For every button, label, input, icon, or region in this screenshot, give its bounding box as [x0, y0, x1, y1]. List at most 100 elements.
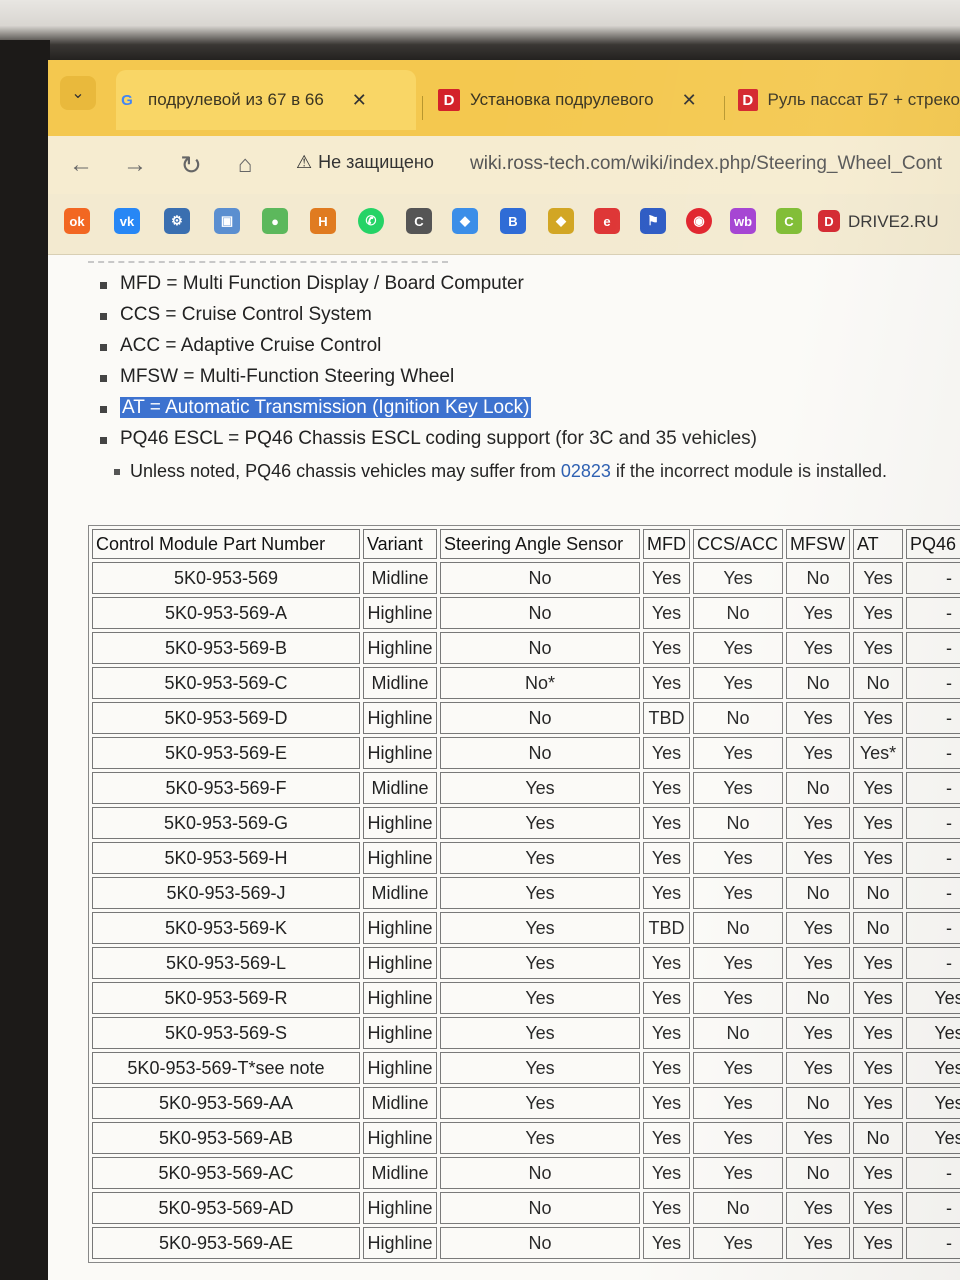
wildberries-icon[interactable]: wb	[730, 208, 756, 234]
table-cell: Yes	[693, 772, 783, 804]
table-cell: Highline	[363, 842, 437, 874]
tab-bar: ⌄ G подрулевой из 67 в 66 ✕ D Установка …	[48, 60, 960, 136]
close-icon[interactable]: ✕	[352, 90, 367, 111]
part-number-cell: 5K0-953-569-A	[92, 597, 360, 629]
table-cell: No	[440, 632, 640, 664]
table-cell: No	[786, 982, 850, 1014]
table-cell: Yes	[693, 947, 783, 979]
c-green-icon[interactable]: C	[776, 208, 802, 234]
reload-icon[interactable]: ↻	[176, 150, 206, 180]
flag-icon[interactable]: ⚑	[640, 208, 666, 234]
table-cell: Yes	[693, 877, 783, 909]
forward-arrow-icon[interactable]: →	[120, 150, 150, 180]
close-icon[interactable]: ✕	[682, 90, 697, 111]
part-number-cell: 5K0-953-569-C	[92, 667, 360, 699]
table-cell: Yes	[643, 1227, 690, 1259]
image-app-icon[interactable]: ▣	[214, 208, 240, 234]
table-cell: No	[853, 1122, 903, 1154]
table-cell: Yes	[786, 597, 850, 629]
table-cell: Yes	[853, 772, 903, 804]
table-cell: No	[440, 737, 640, 769]
table-cell: No	[440, 562, 640, 594]
table-cell: Yes	[786, 1017, 850, 1049]
table-cell: Yes	[853, 1227, 903, 1259]
table-row: 5K0-953-569 Midline No Yes Yes No Yes -	[92, 562, 960, 594]
table-cell: Yes	[906, 1017, 960, 1049]
table-cell: -	[906, 667, 960, 699]
back-arrow-icon[interactable]: ←	[66, 150, 96, 180]
table-row: 5K0-953-569-AE Highline No Yes Yes Yes Yes -	[92, 1227, 960, 1259]
b-app-icon[interactable]: B	[500, 208, 526, 234]
bookmarks-bar: ok vk ⚙ ▣ ● H ✆ C ◆ B ◆ e ⚑ ◉ wb C D DRI…	[48, 194, 960, 255]
table-cell: Highline	[363, 1052, 437, 1084]
tab-drive2-install[interactable]: D Установка подрулевого ✕	[438, 70, 718, 130]
table-row: 5K0-953-569-D Highline No TBD No Yes Yes -	[92, 702, 960, 734]
drive2-bookmark[interactable]: DRIVE2.RU	[848, 212, 939, 232]
monitor-bezel-left	[0, 40, 50, 1280]
table-row: 5K0-953-569-S Highline Yes Yes No Yes Yes Yes	[92, 1017, 960, 1049]
security-indicator[interactable]: ⚠ Не защищено	[296, 152, 434, 173]
table-cell: Midline	[363, 667, 437, 699]
table-cell: Yes	[643, 632, 690, 664]
drive2-icon[interactable]: D	[818, 210, 840, 232]
table-cell: Midline	[363, 877, 437, 909]
table-cell: -	[906, 702, 960, 734]
table-cell: Midline	[363, 772, 437, 804]
table-cell: Yes	[643, 807, 690, 839]
part-number-cell: 5K0-953-569-AE	[92, 1227, 360, 1259]
column-header: MFSW	[786, 529, 850, 559]
tab-google-search[interactable]: G подрулевой из 67 в 66 ✕	[116, 70, 416, 130]
fault-code-link[interactable]: 02823	[561, 461, 611, 481]
table-cell: No	[786, 1157, 850, 1189]
hp-icon[interactable]: H	[310, 208, 336, 234]
address-toolbar: ← → ↻ ⌂ ⚠ Не защищено wiki.ross-tech.com…	[48, 136, 960, 194]
tab-menu-button[interactable]: ⌄	[60, 76, 96, 110]
column-header: Steering Angle Sensor	[440, 529, 640, 559]
yellow-app-icon[interactable]: ◆	[548, 208, 574, 234]
vk-icon[interactable]: vk	[114, 208, 140, 234]
table-cell: No	[693, 807, 783, 839]
table-cell: TBD	[643, 912, 690, 944]
table-cell: -	[906, 877, 960, 909]
table-cell: -	[906, 562, 960, 594]
part-number-cell: 5K0-953-569	[92, 562, 360, 594]
diamond-icon[interactable]: ◆	[452, 208, 478, 234]
table-cell: Yes	[643, 562, 690, 594]
table-cell: -	[906, 947, 960, 979]
table-cell: Yes	[906, 982, 960, 1014]
section-divider	[88, 255, 448, 263]
table-cell: Highline	[363, 737, 437, 769]
home-icon[interactable]: ⌂	[230, 150, 260, 180]
e-app-icon[interactable]: e	[594, 208, 620, 234]
address-bar[interactable]: wiki.ross-tech.com/wiki/index.php/Steeri…	[470, 153, 942, 175]
table-cell: Highline	[363, 982, 437, 1014]
tab-title: подрулевой из 67 в 66	[148, 90, 324, 109]
part-number-cell: 5K0-953-569-AA	[92, 1087, 360, 1119]
tab-separator	[724, 96, 725, 120]
list-item: ACC = Adaptive Cruise Control	[98, 335, 757, 366]
table-cell: -	[906, 632, 960, 664]
table-cell: No	[440, 1157, 640, 1189]
tab-drive2-wheel[interactable]: D Руль пассат Б7 + стреко	[738, 70, 960, 130]
table-cell: Midline	[363, 1087, 437, 1119]
table-cell: Yes	[693, 1157, 783, 1189]
table-cell: Yes	[643, 1052, 690, 1084]
part-number-cell: 5K0-953-569-G	[92, 807, 360, 839]
table-cell: Yes	[643, 842, 690, 874]
gear-app-icon[interactable]: ⚙	[164, 208, 190, 234]
table-cell: No	[786, 562, 850, 594]
table-cell: -	[906, 1227, 960, 1259]
c-app-icon[interactable]: C	[406, 208, 432, 234]
table-cell: Yes	[786, 632, 850, 664]
red-circle-icon[interactable]: ◉	[686, 208, 712, 234]
whatsapp-icon[interactable]: ✆	[358, 208, 384, 234]
odnoklassniki-icon[interactable]: ok	[64, 208, 90, 234]
table-cell: -	[906, 1157, 960, 1189]
table-cell: Yes	[693, 737, 783, 769]
table-row: 5K0-953-569-G Highline Yes Yes No Yes Yes -	[92, 807, 960, 839]
table-cell: No	[853, 912, 903, 944]
part-number-cell: 5K0-953-569-E	[92, 737, 360, 769]
apps-icon[interactable]: ●	[262, 208, 288, 234]
table-cell: -	[906, 912, 960, 944]
table-cell: Yes	[853, 982, 903, 1014]
